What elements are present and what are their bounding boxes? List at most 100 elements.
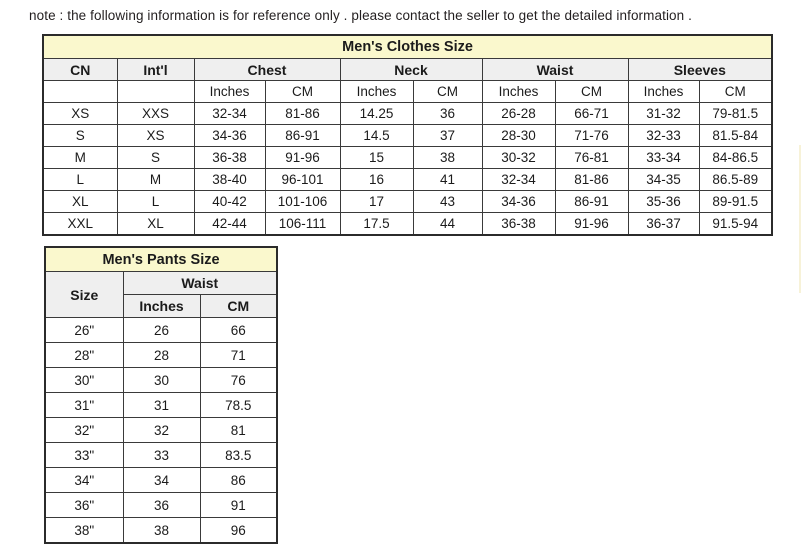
- cell-neck-cm: 38: [412, 146, 483, 169]
- cell-cn: XS: [42, 102, 118, 125]
- cell-waist-cm: 86: [199, 467, 278, 493]
- cell-intl: XL: [116, 212, 195, 236]
- cell-waist-cm: 66: [199, 317, 278, 343]
- clothes-title-row: Men's Clothes Size: [42, 34, 773, 59]
- cell-sleeves-inches: 35-36: [627, 190, 700, 213]
- unit-header-intl-blank: [116, 80, 195, 103]
- cell-chest-inches: 38-40: [193, 168, 266, 191]
- scan-edge-artifact: [799, 145, 801, 293]
- cell-waist-inches: 28: [122, 342, 201, 368]
- mens-clothes-size-table: Men's Clothes Size CN Int'l Chest Neck W…: [42, 34, 774, 236]
- unit-header-neck-inches: Inches: [339, 80, 414, 103]
- cell-neck-cm: 43: [412, 190, 483, 213]
- cell-intl: XS: [116, 124, 195, 147]
- pants-group-header-row: Size Waist: [44, 271, 278, 318]
- cell-chest-cm: 106-111: [264, 212, 341, 236]
- cell-waist-cm: 81: [199, 417, 278, 443]
- table-row: M S 36-38 91-96 15 38 30-32 76-81 33-34 …: [42, 146, 773, 169]
- unit-header-sleeves-inches: Inches: [627, 80, 700, 103]
- cell-sleeves-cm: 89-91.5: [698, 190, 773, 213]
- cell-waist-inches: 34-36: [481, 190, 556, 213]
- cell-cn: XXL: [42, 212, 118, 236]
- cell-waist-cm: 86-91: [554, 190, 629, 213]
- cell-waist-cm: 71: [199, 342, 278, 368]
- cell-sleeves-cm: 81.5-84: [698, 124, 773, 147]
- cell-sleeves-inches: 31-32: [627, 102, 700, 125]
- column-header-cn: CN: [42, 58, 118, 81]
- cell-chest-cm: 86-91: [264, 124, 341, 147]
- cell-neck-inches: 15: [339, 146, 414, 169]
- cell-waist-inches: 36: [122, 492, 201, 518]
- cell-waist-cm: 76-81: [554, 146, 629, 169]
- table-row: 32" 32 81: [44, 417, 278, 443]
- table-row: 30" 30 76: [44, 367, 278, 393]
- cell-size: 31": [44, 392, 124, 418]
- cell-intl: XXS: [116, 102, 195, 125]
- cell-waist-cm: 76: [199, 367, 278, 393]
- cell-neck-cm: 41: [412, 168, 483, 191]
- cell-waist-cm: 66-71: [554, 102, 629, 125]
- cell-size: 30": [44, 367, 124, 393]
- table-row: 33" 33 83.5: [44, 442, 278, 468]
- cell-size: 26": [44, 317, 124, 343]
- cell-neck-inches: 14.25: [339, 102, 414, 125]
- cell-size: 32": [44, 417, 124, 443]
- cell-neck-inches: 14.5: [339, 124, 414, 147]
- table-row: L M 38-40 96-101 16 41 32-34 81-86 34-35…: [42, 168, 773, 191]
- cell-waist-inches: 30-32: [481, 146, 556, 169]
- cell-sleeves-inches: 36-37: [627, 212, 700, 236]
- table-row: 26" 26 66: [44, 317, 278, 343]
- cell-waist-cm: 91: [199, 492, 278, 518]
- cell-waist-inches: 34: [122, 467, 201, 493]
- cell-sleeves-inches: 32-33: [627, 124, 700, 147]
- cell-waist-cm: 83.5: [199, 442, 278, 468]
- cell-sleeves-cm: 79-81.5: [698, 102, 773, 125]
- table-row: XL L 40-42 101-106 17 43 34-36 86-91 35-…: [42, 190, 773, 213]
- cell-chest-cm: 91-96: [264, 146, 341, 169]
- unit-header-sleeves-cm: CM: [698, 80, 773, 103]
- unit-header-waist-cm: CM: [199, 294, 278, 318]
- unit-header-waist-cm: CM: [554, 80, 629, 103]
- cell-cn: L: [42, 168, 118, 191]
- cell-waist-inches: 28-30: [481, 124, 556, 147]
- column-header-neck: Neck: [339, 58, 483, 81]
- cell-size: 38": [44, 517, 124, 544]
- cell-neck-cm: 36: [412, 102, 483, 125]
- cell-chest-cm: 101-106: [264, 190, 341, 213]
- cell-intl: M: [116, 168, 195, 191]
- cell-waist-cm: 78.5: [199, 392, 278, 418]
- cell-waist-inches: 33: [122, 442, 201, 468]
- pants-table-title: Men's Pants Size: [44, 246, 278, 272]
- table-row: XXL XL 42-44 106-111 17.5 44 36-38 91-96…: [42, 212, 773, 236]
- cell-waist-cm: 81-86: [554, 168, 629, 191]
- cell-waist-cm: 71-76: [554, 124, 629, 147]
- cell-neck-inches: 17: [339, 190, 414, 213]
- cell-chest-cm: 81-86: [264, 102, 341, 125]
- clothes-unit-header-row: Inches CM Inches CM Inches CM Inches CM: [42, 80, 773, 103]
- cell-sleeves-inches: 34-35: [627, 168, 700, 191]
- unit-header-chest-inches: Inches: [193, 80, 266, 103]
- column-header-chest: Chest: [193, 58, 341, 81]
- cell-chest-inches: 40-42: [193, 190, 266, 213]
- cell-waist-inches: 31: [122, 392, 201, 418]
- cell-sleeves-cm: 84-86.5: [698, 146, 773, 169]
- unit-header-waist-inches: Inches: [481, 80, 556, 103]
- unit-header-cn-blank: [42, 80, 118, 103]
- table-row: S XS 34-36 86-91 14.5 37 28-30 71-76 32-…: [42, 124, 773, 147]
- cell-chest-inches: 42-44: [193, 212, 266, 236]
- cell-waist-cm: 91-96: [554, 212, 629, 236]
- mens-pants-size-table: Men's Pants Size Size Waist Inches CM 26…: [44, 246, 279, 544]
- column-header-waist: Waist: [122, 271, 278, 295]
- cell-size: 36": [44, 492, 124, 518]
- cell-intl: S: [116, 146, 195, 169]
- cell-sleeves-cm: 86.5-89: [698, 168, 773, 191]
- column-header-intl: Int'l: [116, 58, 195, 81]
- unit-header-chest-cm: CM: [264, 80, 341, 103]
- cell-size: 34": [44, 467, 124, 493]
- pants-title-row: Men's Pants Size: [44, 246, 278, 272]
- column-header-size: Size: [44, 271, 124, 318]
- clothes-table-title: Men's Clothes Size: [42, 34, 773, 59]
- cell-size: 28": [44, 342, 124, 368]
- cell-sleeves-inches: 33-34: [627, 146, 700, 169]
- cell-waist-inches: 30: [122, 367, 201, 393]
